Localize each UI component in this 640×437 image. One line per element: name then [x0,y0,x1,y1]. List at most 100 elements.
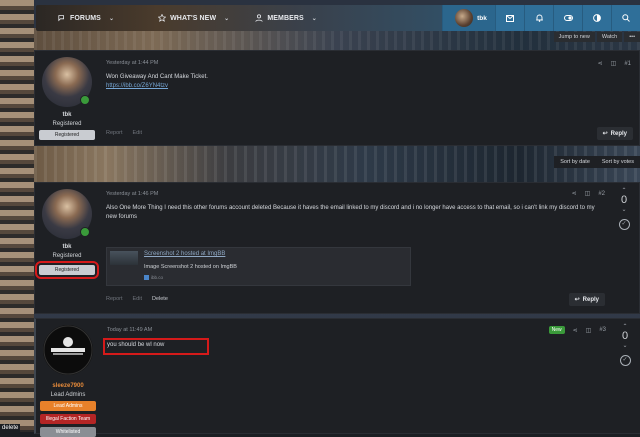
user-badge-lead-admins: Lead Admins [40,401,96,411]
envelope-icon [506,14,514,22]
more-options-button[interactable]: ••• [624,32,640,42]
post-time[interactable]: Yesterday at 1:44 PM [106,60,158,66]
bookmark-icon[interactable]: ◫ [611,60,617,67]
vote-count: 0 [620,194,628,206]
reply-label: Reply [582,296,599,303]
nav-forums[interactable]: FORUMS ⌄ [58,14,114,22]
search-button[interactable] [611,5,640,31]
watch-button[interactable]: Watch [596,32,623,42]
post-number[interactable]: #1 [624,61,631,67]
nav-user-area: tbk [442,5,640,31]
username[interactable]: sleeze7900 [36,383,100,389]
share-icon[interactable]: ⋖ [572,190,577,197]
user-badge: Registered [39,130,95,140]
avatar[interactable] [42,57,92,107]
post-text: Also One More Thing I need this other fo… [106,205,595,220]
vote-count: 0 [621,330,629,342]
nav-members-label: MEMBERS [267,14,304,22]
post-user-info: sleeze7900 Lead Admins Lead Admins Illeg… [36,325,100,437]
upvote-icon[interactable]: ⌃ [616,323,634,330]
post: tbk Registered Registered Yesterday at 1… [34,50,640,146]
inbox-button[interactable] [495,5,524,31]
upvote-icon[interactable]: ⌃ [615,187,633,194]
reply-label: Reply [610,130,627,137]
report-link[interactable]: Report [106,296,123,302]
chevron-down-icon[interactable]: ⌄ [312,15,317,22]
contrast-icon [593,14,601,22]
post-number[interactable]: #2 [598,191,605,197]
reply-button[interactable]: ↩ Reply [568,293,605,306]
embed-site-label: ibb.co [151,275,164,280]
user-badge-whitelisted: Whitelisted [40,427,96,437]
building-band-middle [34,146,640,182]
post-time[interactable]: Today at 11:49 AM [107,327,152,333]
chevron-down-icon[interactable]: ⌄ [109,15,114,22]
new-badge: New [548,326,565,334]
nav-username: tbk [477,14,487,22]
post-user-info: tbk Registered Registered [35,57,99,140]
post: sleeze7900 Lead Admins Lead Admins Illeg… [34,318,640,437]
downvote-icon[interactable]: ⌄ [615,206,633,213]
post: tbk Registered Registered Yesterday at 1… [34,182,640,314]
user-menu-button[interactable]: tbk [442,5,495,31]
top-nav: FORUMS ⌄ WHAT'S NEW ⌄ MEMBERS ⌄ tbk [36,5,640,31]
vote-widget: ⌃ 0 ⌄ ✓ [616,323,634,366]
user-title: Lead Admins [50,392,86,398]
user-title: Registered [52,253,82,259]
solution-check-icon[interactable]: ✓ [619,355,631,366]
report-link[interactable]: Report [106,130,123,136]
link-embed[interactable]: Screenshot 2 hosted at ImgBB Image Scree… [106,247,411,286]
share-icon[interactable]: ⋖ [573,327,578,334]
jump-to-new-button[interactable]: Jump to new [553,32,595,42]
bookmark-icon[interactable]: ◫ [586,327,592,334]
person-icon [255,14,263,22]
post-actions: Report Edit Delete [106,296,168,302]
post-link[interactable]: https://ibb.co/Z6YN4tzv [106,82,606,91]
edit-link[interactable]: Edit [133,130,142,136]
post-meta-right: ⋖ ◫ #1 [598,60,631,68]
thread-buttons: Jump to new Watch ••• [553,32,640,42]
user-title: Registered [52,121,82,127]
username[interactable]: tbk [35,244,99,250]
nav-whats-new[interactable]: WHAT'S NEW ⌄ [158,14,229,22]
post-text: you should be wl now [107,342,165,348]
reply-icon: ↩ [574,297,580,303]
post-body: Won Giveaway And Cant Make Ticket. https… [106,73,606,91]
embed-title[interactable]: Screenshot 2 hosted at ImgBB [144,251,225,257]
nav-members[interactable]: MEMBERS ⌄ [255,14,317,22]
footer-label: delete [0,424,21,432]
online-indicator [80,227,90,237]
reply-icon: ↩ [602,131,608,137]
chevron-down-icon[interactable]: ⌄ [224,15,229,22]
bookmark-icon[interactable]: ◫ [585,190,591,197]
solution-check-icon[interactable]: ✓ [618,219,630,230]
edit-link[interactable]: Edit [133,296,142,302]
share-icon[interactable]: ⋖ [598,60,603,67]
toggle-icon [563,15,573,21]
star-icon [158,14,167,22]
sort-bar: Sort by date Sort by votes [554,156,640,168]
user-badge: Registered [35,261,99,279]
username[interactable]: tbk [35,112,99,118]
post-time[interactable]: Yesterday at 1:46 PM [106,191,158,197]
alerts-button[interactable] [524,5,553,31]
post-number[interactable]: #3 [599,327,606,333]
post-meta-right: New ⋖ ◫ #3 [548,326,606,334]
post-user-info: tbk Registered Registered [35,189,99,279]
embed-description: Image Screenshot 2 hosted on ImgBB [144,264,237,270]
avatar [455,9,474,27]
avatar[interactable] [43,325,93,375]
site-favicon-icon [144,275,149,280]
avatar[interactable] [42,189,92,239]
embed-site: ibb.co [144,275,163,280]
search-icon [622,14,630,22]
vote-widget: ⌃ 0 ⌄ ✓ [615,187,633,230]
toggle-button[interactable] [553,5,582,31]
downvote-icon[interactable]: ⌄ [616,342,634,349]
theme-button[interactable] [582,5,611,31]
reply-button[interactable]: ↩ Reply [596,127,633,140]
sort-by-date[interactable]: Sort by date [554,156,596,168]
delete-link[interactable]: Delete [152,296,168,302]
online-indicator [80,95,90,105]
sort-by-votes[interactable]: Sort by votes [595,156,640,168]
